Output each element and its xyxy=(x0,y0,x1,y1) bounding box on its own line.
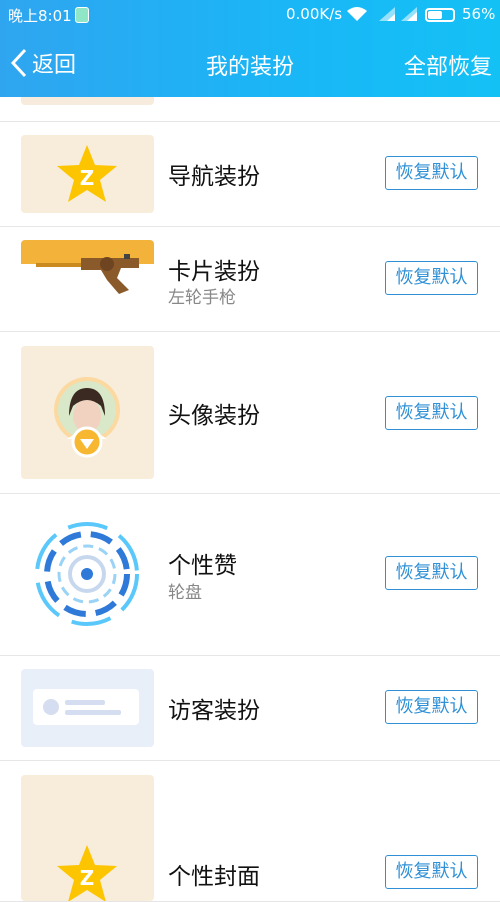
nav-dressup-thumbnail: Z xyxy=(21,135,154,213)
avatar-frame-icon xyxy=(54,377,120,458)
svg-text:Z: Z xyxy=(80,166,95,190)
avatar-dressup-thumbnail xyxy=(21,346,154,479)
item-title: 访客装扮 xyxy=(168,698,260,724)
wifi-icon xyxy=(347,7,367,21)
restore-default-button[interactable]: 恢复默认 xyxy=(385,556,478,590)
list-item-card-dressup[interactable]: 卡片装扮 左轮手枪 恢复默认 xyxy=(0,227,500,332)
status-time: 晚上8:01 xyxy=(8,7,72,25)
item-subtitle: 轮盘 xyxy=(168,583,202,603)
item-subtitle: 左轮手枪 xyxy=(168,288,236,308)
dress-up-list: Z 导航装扮 恢复默认 卡片装扮 左轮手枪 恢复默认 头像装扮 恢复默认 个性赞… xyxy=(0,97,500,902)
cover-dressup-thumbnail: Z xyxy=(21,775,154,901)
list-item-nav-dressup[interactable]: Z 导航装扮 恢复默认 xyxy=(0,122,500,227)
nav-bar: 返回 我的装扮 全部恢复 xyxy=(0,36,500,91)
item-title: 卡片装扮 xyxy=(168,259,260,285)
item-title: 头像装扮 xyxy=(168,403,260,429)
item-title: 个性赞 xyxy=(168,553,237,579)
item-title: 个性封面 xyxy=(168,864,260,890)
list-item-cover-dressup[interactable]: Z 个性封面 恢复默认 xyxy=(0,761,500,902)
restore-default-button[interactable]: 恢复默认 xyxy=(385,690,478,724)
restore-default-button[interactable]: 恢复默认 xyxy=(385,396,478,430)
restore-all-button[interactable]: 全部恢复 xyxy=(404,49,492,81)
battery-icon xyxy=(425,8,455,22)
svg-text:Z: Z xyxy=(80,866,95,890)
restore-default-button[interactable]: 恢复默认 xyxy=(385,261,478,295)
roulette-icon xyxy=(35,522,139,626)
restore-default-button[interactable]: 恢复默认 xyxy=(385,156,478,190)
visitor-dressup-thumbnail xyxy=(21,669,154,747)
revolver-icon xyxy=(21,240,154,318)
restore-default-button[interactable]: 恢复默认 xyxy=(385,855,478,889)
top-header: 晚上8:01 0.00K/s 56% 返回 我的装扮 全部恢复 xyxy=(0,0,500,97)
list-item-avatar-dressup[interactable]: 头像装扮 恢复默认 xyxy=(0,332,500,494)
network-speed: 0.00K/s xyxy=(286,5,343,23)
card-dressup-thumbnail xyxy=(21,240,154,318)
like-dressup-thumbnail xyxy=(21,508,154,641)
security-shield-icon xyxy=(75,7,89,23)
battery-percent: 56% xyxy=(462,5,496,23)
status-bar: 晚上8:01 0.00K/s 56% xyxy=(0,0,500,30)
signal-icon xyxy=(379,7,395,21)
qq-star-icon: Z xyxy=(57,845,117,901)
qq-star-icon: Z xyxy=(57,145,117,202)
visitor-card-icon xyxy=(33,689,139,725)
signal-secondary-icon xyxy=(401,7,417,21)
list-item-visitor-dressup[interactable]: 访客装扮 恢复默认 xyxy=(0,656,500,761)
list-item-like-dressup[interactable]: 个性赞 轮盘 恢复默认 xyxy=(0,494,500,656)
item-title: 导航装扮 xyxy=(168,164,260,190)
list-item-partial xyxy=(0,97,500,122)
